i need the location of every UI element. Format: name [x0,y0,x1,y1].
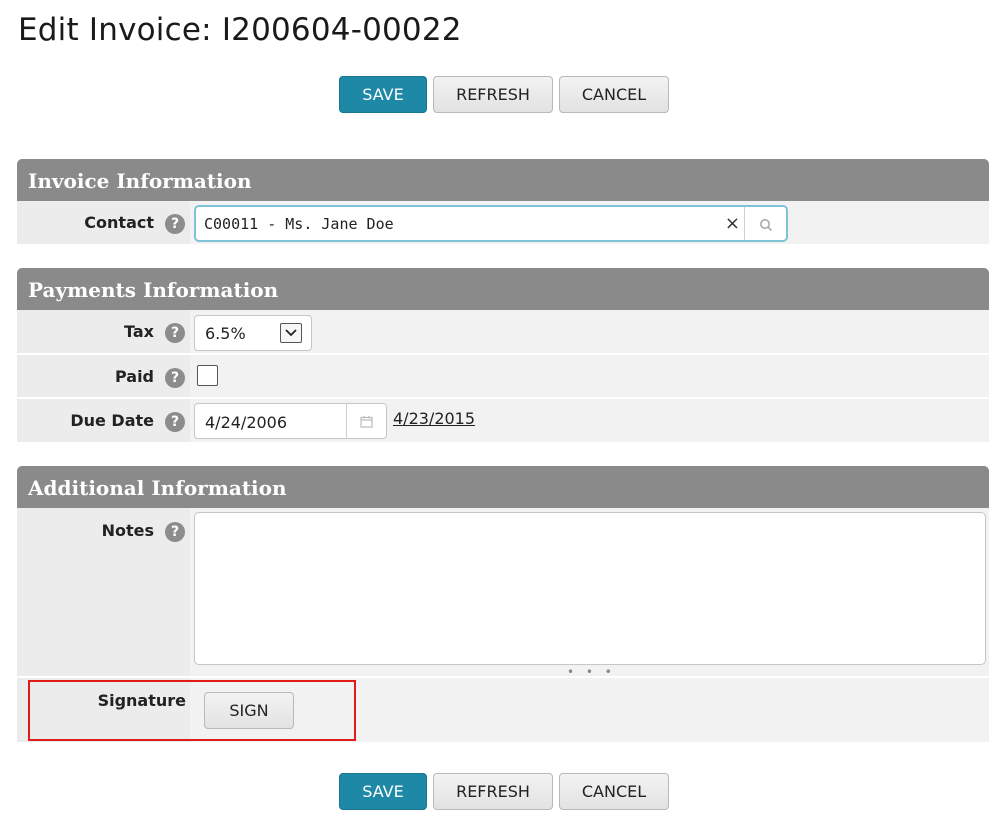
contact-input[interactable] [202,212,722,236]
clear-icon[interactable]: × [725,212,740,236]
signature-label: Signature [97,691,186,710]
tax-row: Tax ? 6.5% [17,310,989,355]
today-date-link[interactable]: 4/23/2015 [393,409,475,428]
page-title: Edit Invoice: I200604-00022 [18,12,462,48]
refresh-button[interactable]: REFRESH [433,76,553,113]
contact-row: Contact ? × [17,201,989,246]
notes-help-icon[interactable]: ? [165,522,185,542]
search-icon[interactable] [744,207,786,240]
cancel-button-bottom[interactable]: CANCEL [559,773,669,810]
due-date-label: Due Date [70,411,154,430]
payments-information-header: Payments Information [17,268,989,310]
notes-textarea[interactable] [194,512,986,665]
bottom-button-bar: SAVE REFRESH CANCEL [0,773,1000,810]
calendar-icon[interactable] [346,404,386,438]
chevron-down-icon[interactable] [280,323,302,343]
save-button-bottom[interactable]: SAVE [339,773,427,810]
contact-help-icon[interactable]: ? [165,214,185,234]
contact-field[interactable]: × [194,205,788,242]
paid-label: Paid [114,367,154,386]
payments-information-section: Payments Information Tax ? 6.5% Paid ? D… [17,268,989,442]
refresh-button-bottom[interactable]: REFRESH [433,773,553,810]
tax-help-icon[interactable]: ? [165,323,185,343]
due-date-help-icon[interactable]: ? [165,412,185,432]
tax-select-value: 6.5% [205,324,246,343]
save-button[interactable]: SAVE [339,76,427,113]
sign-button[interactable]: SIGN [204,692,294,729]
contact-label: Contact [84,213,154,232]
signature-row: Signature SIGN [17,678,989,742]
due-date-row: Due Date ? 4/23/2015 [17,399,989,442]
paid-checkbox[interactable] [197,365,218,386]
top-button-bar: SAVE REFRESH CANCEL [0,76,1000,113]
tax-label: Tax [124,322,154,341]
cancel-button[interactable]: CANCEL [559,76,669,113]
notes-row: Notes ? • • • [17,508,989,679]
invoice-information-header: Invoice Information [17,159,989,201]
additional-information-header: Additional Information [17,466,989,508]
invoice-information-section: Invoice Information Contact ? × [17,159,989,246]
tax-select[interactable]: 6.5% [194,315,312,351]
additional-information-section: Additional Information Notes ? • • • Sig… [17,466,989,742]
due-date-field[interactable] [194,403,387,439]
due-date-input[interactable] [203,411,343,433]
paid-row: Paid ? [17,355,989,399]
paid-help-icon[interactable]: ? [165,368,185,388]
resize-handle[interactable]: • • • [567,665,616,679]
notes-label: Notes [101,521,154,540]
